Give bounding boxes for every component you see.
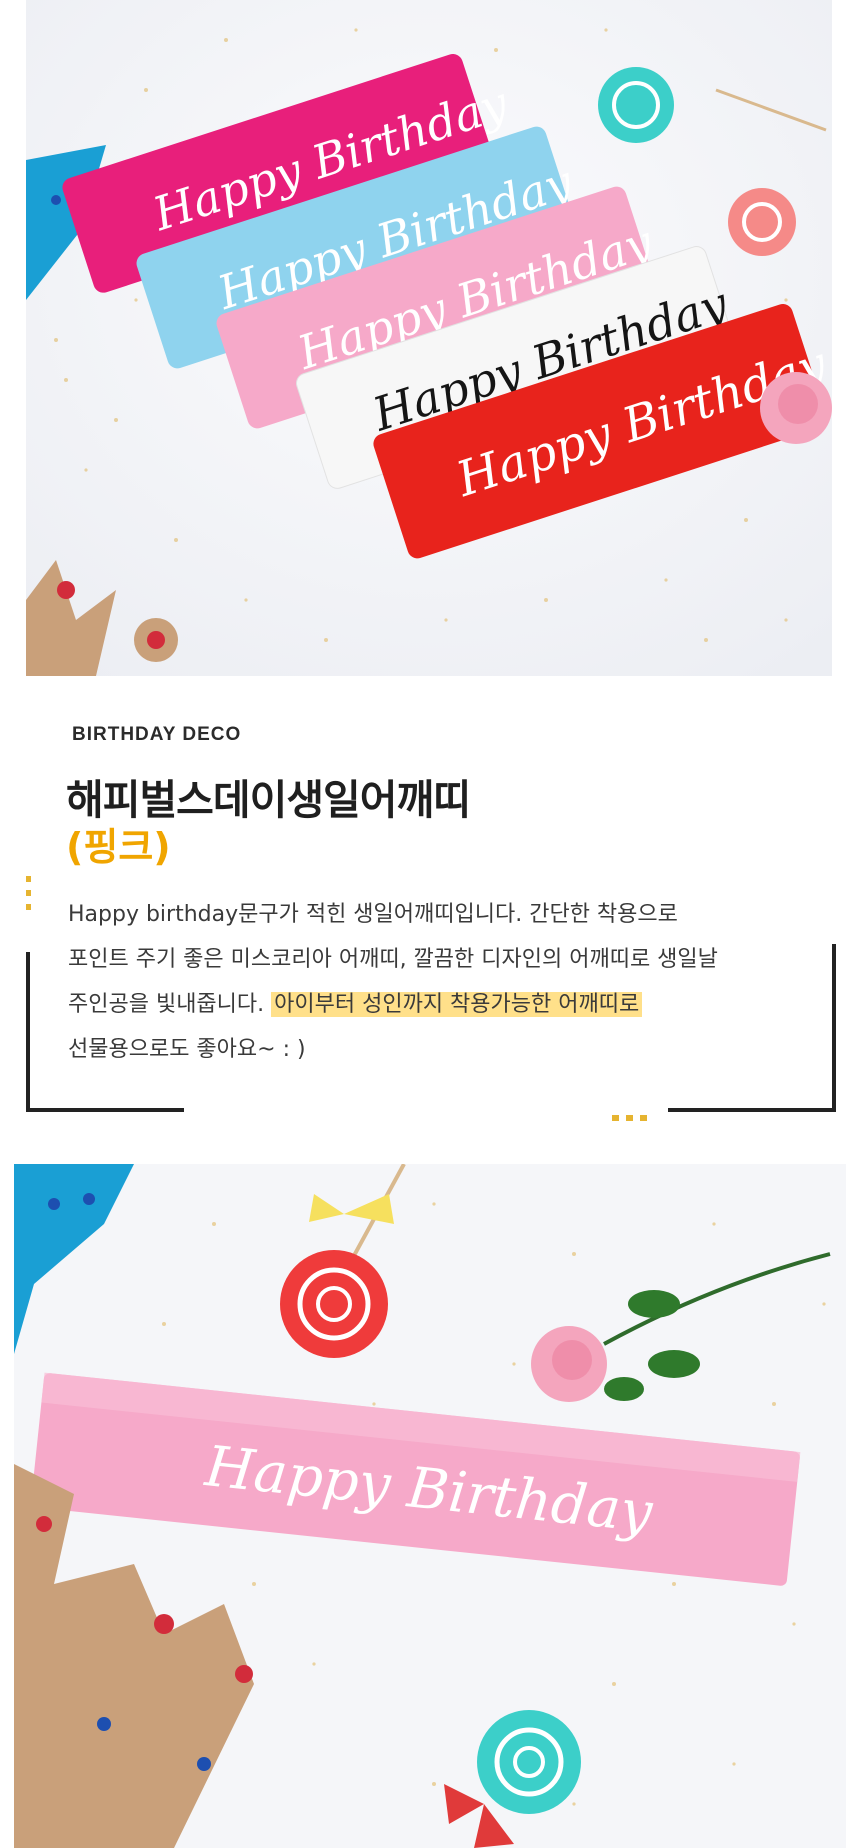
product-description: Happy birthday문구가 적힌 생일어깨띠입니다. 간단한 착용으로 … <box>68 892 808 1072</box>
frame-border <box>832 944 836 1112</box>
decorative-dots <box>26 876 32 918</box>
product-variant: (핑크) <box>66 825 171 869</box>
decorative-dots <box>612 1106 654 1121</box>
description-line: 주인공을 빛내줍니다. 아이부터 성인까지 착용가능한 어깨띠로 <box>68 982 808 1027</box>
product-photo-pink-sash: Happy Birthday <box>14 1164 846 1848</box>
product-photo-sashes-stack: Happy Birthday Happy Birthday Happy Birt… <box>26 0 832 676</box>
lollipop-icon <box>477 1710 581 1814</box>
frame-border <box>26 1108 184 1112</box>
product-info-section: BIRTHDAY DECO 해피벌스데이생일어깨띠 (핑크) Happy bir… <box>0 676 860 1164</box>
description-line: Happy birthday문구가 적힌 생일어깨띠입니다. 간단한 착용으로 <box>68 902 678 927</box>
lollipop-icon <box>280 1250 388 1358</box>
description-line: 포인트 주기 좋은 미스코리아 어깨띠, 깔끔한 디자인의 어깨띠로 생일날 <box>68 947 718 972</box>
description-text: 주인공을 빛내줍니다. <box>68 992 272 1017</box>
frame-border <box>26 952 30 1112</box>
lollipop-icon <box>598 67 674 143</box>
description-highlight: 아이부터 성인까지 착용가능한 어깨띠로 <box>271 992 643 1017</box>
frame-border <box>668 1108 836 1112</box>
category-label: BIRTHDAY DECO <box>72 724 242 745</box>
lollipop-icon <box>728 188 796 256</box>
description-line: 선물용으로도 좋아요~ : ) <box>68 1037 306 1062</box>
